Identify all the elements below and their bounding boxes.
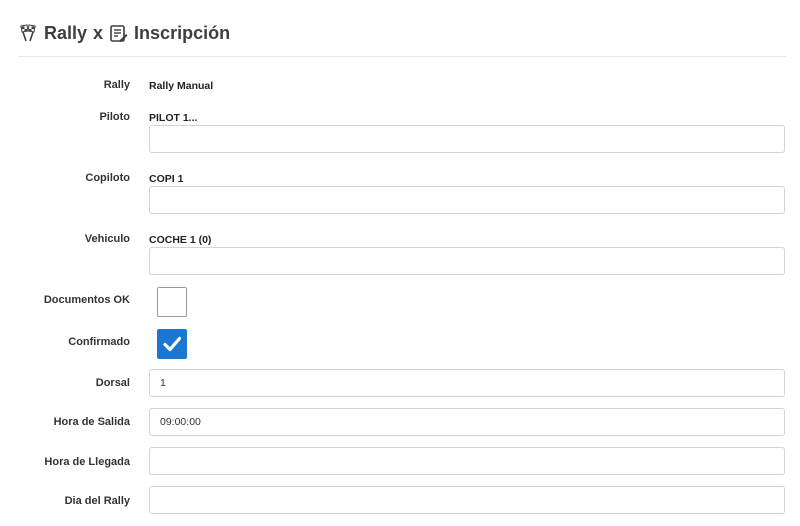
dorsal-input[interactable]: [149, 369, 785, 397]
copiloto-label: Copiloto: [85, 172, 130, 184]
documentos-ok-label: Documentos OK: [43, 294, 130, 306]
piloto-label: Piloto: [99, 111, 130, 123]
header-title-separator: x: [93, 22, 104, 43]
confirmado-checkbox[interactable]: [157, 329, 187, 359]
header-title-inscripcion: Inscripción: [134, 22, 231, 43]
confirmado-label: Confirmado: [68, 336, 130, 348]
rally-label: Rally: [103, 79, 130, 91]
hora-llegada-label: Hora de Llegada: [44, 456, 130, 468]
piloto-value: PILOT 1...: [149, 112, 198, 124]
hora-salida-input[interactable]: [149, 408, 785, 436]
hora-llegada-input[interactable]: [149, 447, 785, 475]
hora-salida-label: Hora de Salida: [53, 416, 130, 428]
form-edit-icon: [109, 24, 128, 43]
page-header: Rally x Inscripción: [18, 18, 230, 48]
copiloto-input[interactable]: [149, 186, 785, 214]
vehiculo-input[interactable]: [149, 247, 785, 275]
vehiculo-label: Vehiculo: [84, 233, 130, 245]
rally-flags-icon: [18, 23, 38, 43]
dorsal-label: Dorsal: [95, 377, 130, 389]
header-divider: [18, 56, 786, 57]
piloto-input[interactable]: [149, 125, 785, 153]
checkmark-icon: [163, 336, 182, 352]
dia-rally-input[interactable]: [149, 486, 785, 514]
header-title-rally: Rally: [44, 22, 88, 43]
copiloto-value: COPI 1: [149, 173, 184, 185]
vehiculo-value: COCHE 1 (0): [149, 234, 212, 246]
dia-rally-label: Dia del Rally: [64, 495, 130, 507]
rally-value: Rally Manual: [149, 80, 214, 92]
documentos-ok-checkbox[interactable]: [157, 287, 187, 317]
